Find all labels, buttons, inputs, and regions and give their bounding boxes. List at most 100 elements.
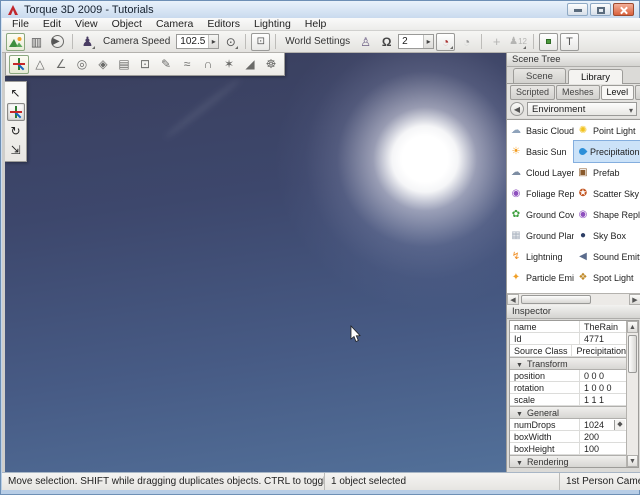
scroll-up-icon[interactable]: ▲ xyxy=(627,321,638,333)
scale-tool-icon: ⇲ xyxy=(10,143,20,157)
library-item-ground-plane[interactable]: ▦Ground Plane xyxy=(507,225,574,246)
camera-speed-expand-icon[interactable]: ▸ xyxy=(208,35,218,48)
toolbar-separator xyxy=(245,34,246,49)
library-item-spot-light[interactable]: ❖Spot Light xyxy=(574,267,640,288)
river-editor-button[interactable]: ≈ xyxy=(177,55,197,74)
minimize-button[interactable] xyxy=(567,3,588,16)
library-item-point-light[interactable]: ✺Point Light xyxy=(574,120,640,141)
menu-item-camera[interactable]: Camera xyxy=(149,18,200,31)
scroll-left-icon[interactable]: ◀ xyxy=(507,294,519,305)
menu-item-help[interactable]: Help xyxy=(298,18,334,31)
inspector-section-transform[interactable]: ▼Transform xyxy=(510,357,626,370)
drop-location-button[interactable]: ♙ xyxy=(356,33,375,51)
world-settings-label[interactable]: World Settings xyxy=(285,36,350,47)
field-value[interactable]: 0 0 0 xyxy=(580,370,626,381)
close-button[interactable] xyxy=(613,3,634,16)
object-editor-button[interactable] xyxy=(9,55,29,74)
library-hscrollbar[interactable]: ◀ ▶ xyxy=(507,293,640,305)
time-of-day-button[interactable]: ◔ xyxy=(436,33,455,51)
menu-item-object[interactable]: Object xyxy=(105,18,149,31)
scroll-down-icon[interactable]: ▼ xyxy=(627,455,638,467)
screenshot-button[interactable]: ⊡ xyxy=(251,33,270,51)
sketch-tool-button[interactable]: ✎ xyxy=(156,55,176,74)
subtab-level[interactable]: Level xyxy=(601,85,635,100)
inspector-vscrollbar[interactable]: ▲ ▼ xyxy=(626,321,638,467)
menu-item-editors[interactable]: Editors xyxy=(200,18,247,31)
layout-button[interactable]: ▥ xyxy=(27,33,46,51)
library-item-foliage-replicator[interactable]: ◉Foliage Replicator xyxy=(507,183,574,204)
terrain-smooth-tool-button[interactable]: ∠ xyxy=(51,55,71,74)
maximize-button[interactable] xyxy=(590,3,611,16)
decal-editor-button[interactable]: ⊡ xyxy=(135,55,155,74)
tab-scene[interactable]: Scene xyxy=(513,68,566,83)
camera-speed-spinner[interactable]: 102.5 ▸ xyxy=(176,34,219,49)
terrain-painter-button[interactable]: ▤ xyxy=(114,55,134,74)
field-value[interactable]: 100 xyxy=(580,443,626,454)
player-count-button[interactable]: ♟ 12 xyxy=(508,33,528,51)
scale-tool-button[interactable]: ⇲ xyxy=(7,141,25,159)
library-item-lightning[interactable]: ↯Lightning xyxy=(507,246,574,267)
inspector-section-rendering[interactable]: ▼Rendering xyxy=(510,455,626,467)
vscroll-thumb[interactable] xyxy=(628,335,637,373)
library-item-cloud-layer[interactable]: ☁Cloud Layer xyxy=(507,162,574,183)
add-player-button[interactable]: + xyxy=(487,33,506,51)
viewport-3d[interactable]: △∠◎◈▤⊡✎≈∩✶◢☸ ↖ ↻ ⇲ xyxy=(5,53,506,472)
tab-library[interactable]: Library xyxy=(568,69,623,84)
menu-item-edit[interactable]: Edit xyxy=(36,18,68,31)
subtab-prefabs[interactable]: Prefabs xyxy=(635,85,640,100)
library-item-scatter-sky[interactable]: ✪Scatter Sky xyxy=(574,183,640,204)
inspector-section-general[interactable]: ▼General xyxy=(510,406,626,419)
object-snap-button[interactable] xyxy=(539,33,558,51)
vscroll-track[interactable] xyxy=(627,333,638,455)
field-value-text: 1 0 0 0 xyxy=(584,382,612,394)
navigation-editor-button[interactable]: ☸ xyxy=(261,55,281,74)
terrain-editor-button[interactable]: △ xyxy=(30,55,50,74)
world-editor-button[interactable] xyxy=(6,33,25,51)
forest-editor-button[interactable]: ✶ xyxy=(219,55,239,74)
field-value[interactable]: 1 1 1 xyxy=(580,394,626,405)
field-value[interactable]: 1 0 0 0 xyxy=(580,382,626,393)
field-value[interactable]: 1024◆ xyxy=(580,419,626,430)
library-item-prefab[interactable]: ▣Prefab xyxy=(574,162,640,183)
field-value[interactable]: 200 xyxy=(580,431,626,442)
snap-size-spinner[interactable]: 2 ▸ xyxy=(398,34,434,49)
subtab-scripted[interactable]: Scripted xyxy=(510,85,555,100)
menu-item-view[interactable]: View xyxy=(68,18,105,31)
snap-size-expand-icon[interactable]: ▸ xyxy=(423,35,433,48)
category-dropdown[interactable]: Environment ▾ xyxy=(527,102,637,116)
terrain-snap-button[interactable]: T xyxy=(560,33,579,51)
mesh-road-editor-button[interactable]: ◢ xyxy=(240,55,260,74)
scroll-right-icon[interactable]: ▶ xyxy=(629,294,640,305)
material-editor-button[interactable]: ◎ xyxy=(72,55,92,74)
library-item-shape-replicator[interactable]: ◉Shape Replicator xyxy=(574,204,640,225)
road-editor-button[interactable]: ∩ xyxy=(198,55,218,74)
hscroll-track[interactable] xyxy=(519,294,629,305)
snap-toggle-button[interactable]: Ω xyxy=(377,33,396,51)
library-item-label: Basic Sun xyxy=(526,147,567,157)
slider-handle-icon[interactable]: ◆ xyxy=(614,420,625,430)
menu-item-file[interactable]: File xyxy=(5,18,36,31)
hscroll-thumb[interactable] xyxy=(521,295,591,304)
move-tool-button[interactable] xyxy=(7,103,25,121)
library-item-precipitation[interactable]: Precipitation xyxy=(574,141,640,162)
camera-type-button[interactable]: ♟ xyxy=(78,33,97,51)
back-button[interactable]: ◀ xyxy=(510,102,524,116)
field-value[interactable]: Precipitation xyxy=(572,345,626,356)
visibility-button[interactable]: ⊙ xyxy=(221,33,240,51)
select-tool-button[interactable]: ↖ xyxy=(7,84,25,102)
time-pause-button[interactable]: ◔ xyxy=(457,33,476,51)
library-item-ground-cover[interactable]: ✿Ground Cover xyxy=(507,204,574,225)
library-item-sound-emitter[interactable]: ◀Sound Emitter xyxy=(574,246,640,267)
library-item-sky-box[interactable]: ●Sky Box xyxy=(574,225,640,246)
shape-editor-button[interactable]: ◈ xyxy=(93,55,113,74)
field-value[interactable]: 4771 xyxy=(580,333,626,344)
library-item-basic-clouds[interactable]: ☁Basic Clouds xyxy=(507,120,574,141)
library-item-particle-emitter[interactable]: ✦Particle Emitter xyxy=(507,267,574,288)
play-game-button[interactable]: ▶ xyxy=(48,33,67,51)
rotate-tool-button[interactable]: ↻ xyxy=(7,122,25,140)
field-value[interactable]: TheRain xyxy=(580,321,626,332)
clock-icon: ◔ xyxy=(442,35,449,49)
library-item-basic-sun[interactable]: ☀Basic Sun xyxy=(507,141,574,162)
subtab-meshes[interactable]: Meshes xyxy=(556,85,600,100)
menu-item-lighting[interactable]: Lighting xyxy=(247,18,298,31)
